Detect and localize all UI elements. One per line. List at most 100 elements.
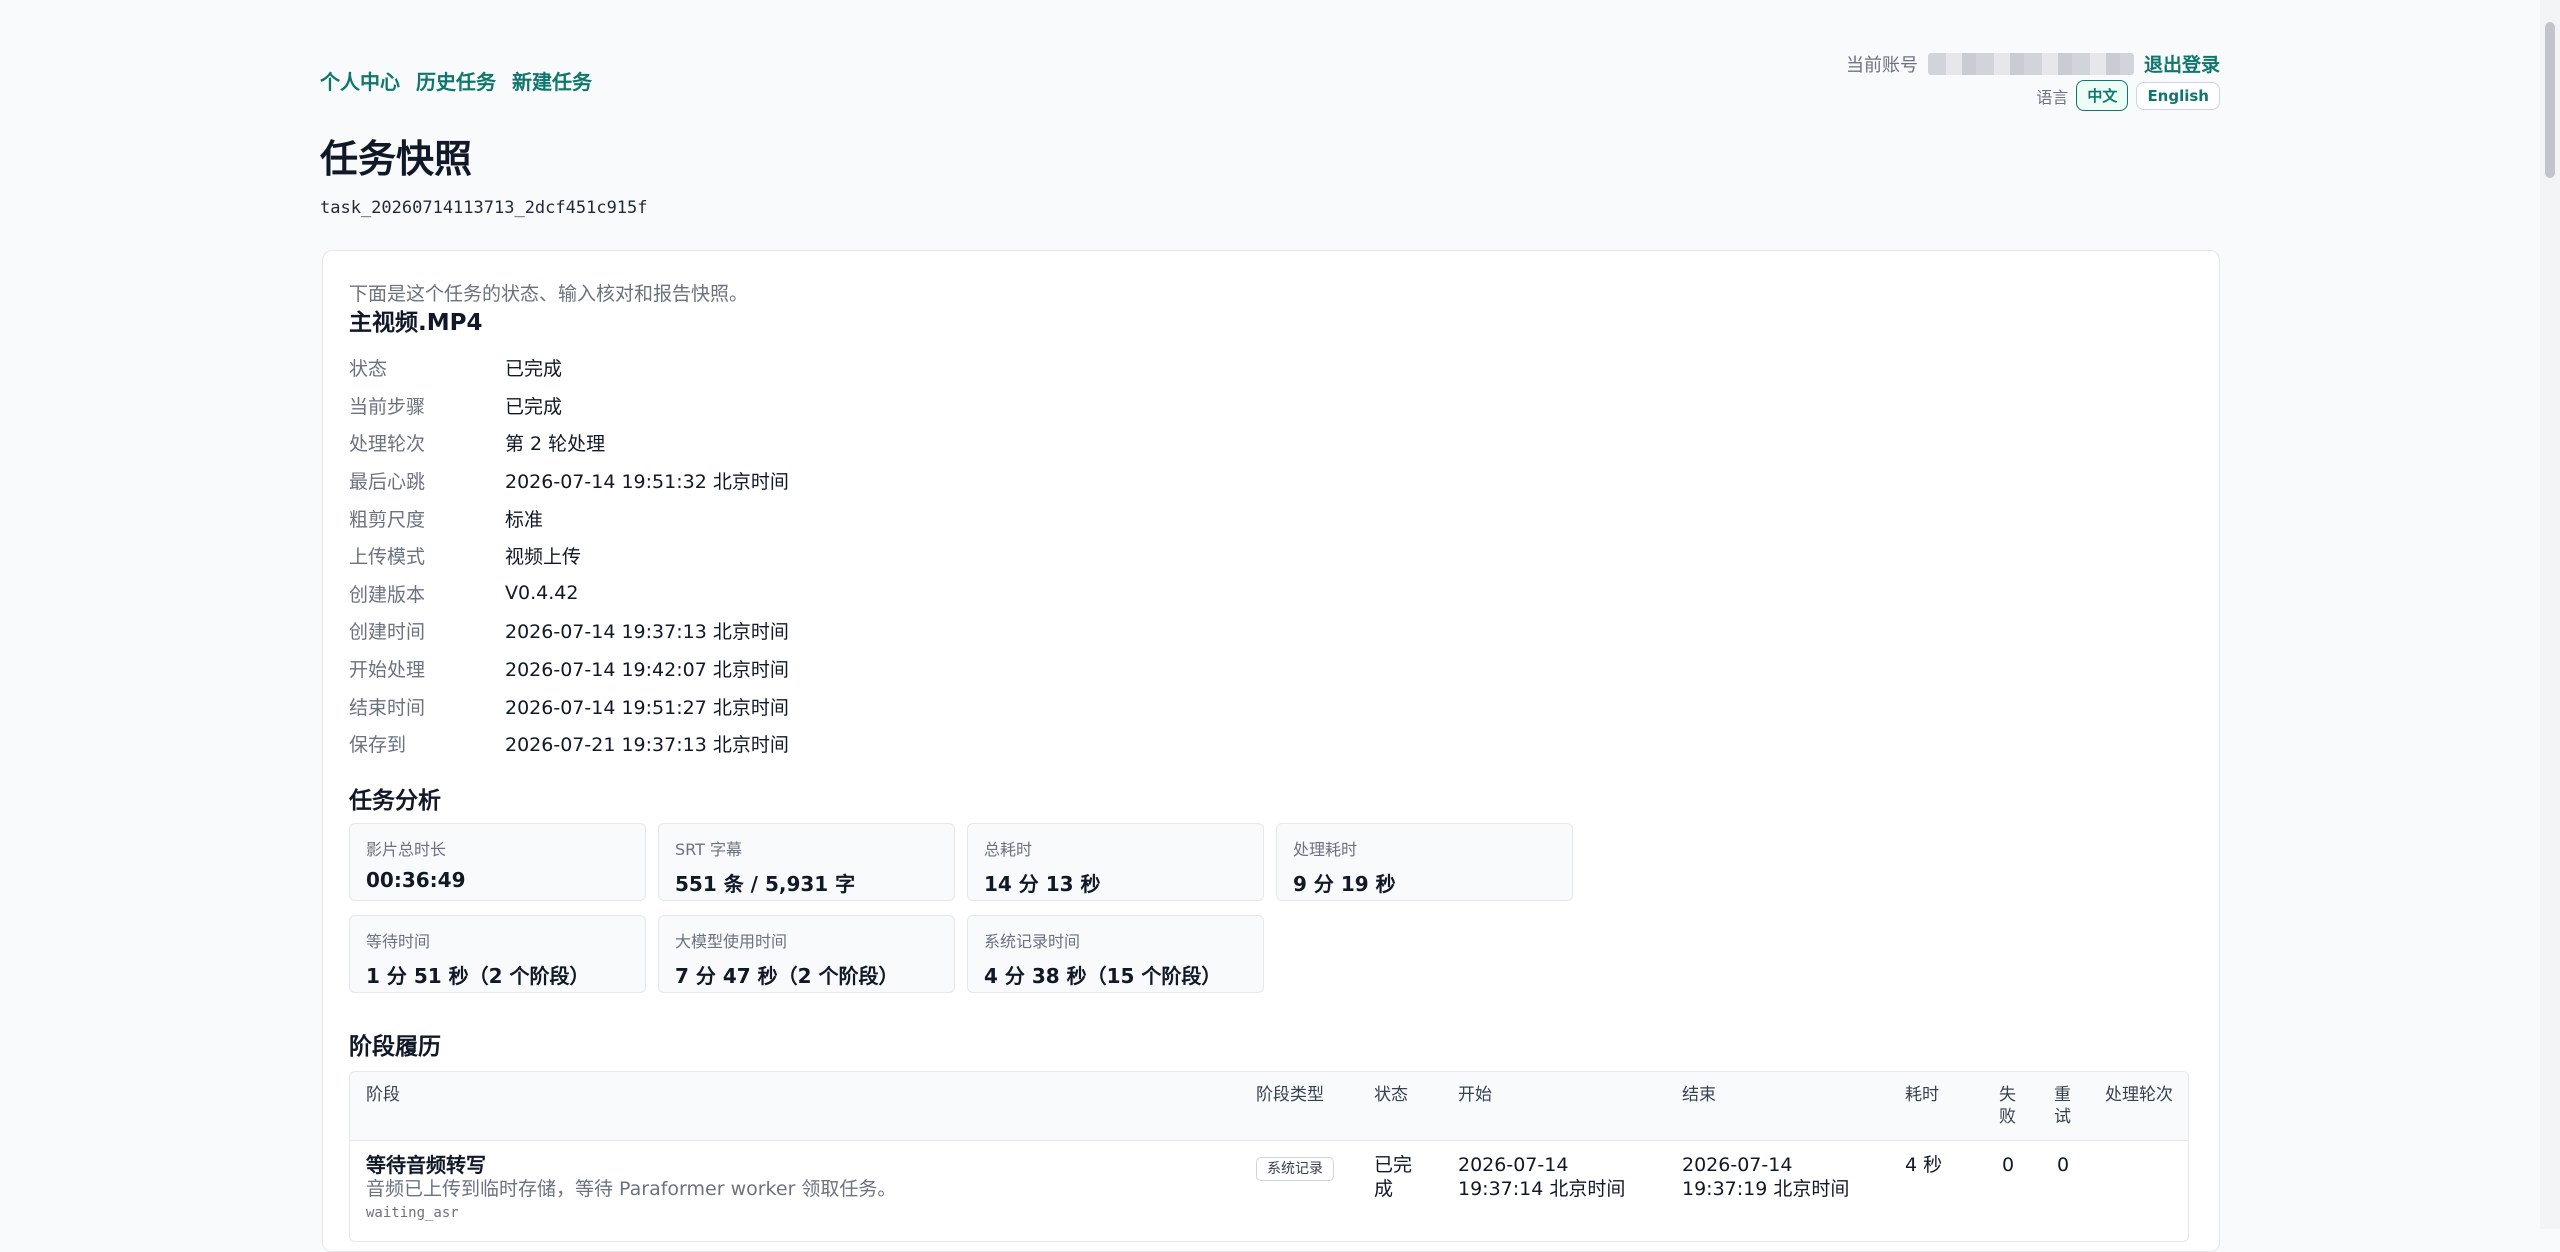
nav-new-task-link[interactable]: 新建任务: [512, 66, 592, 95]
scrollbar-thumb[interactable]: [2545, 22, 2555, 178]
col-start: 开始: [1458, 1085, 1492, 1105]
field-row: 创建时间 2026-07-14 19:37:13 北京时间: [349, 612, 1149, 650]
field-key: 开始处理: [349, 659, 426, 682]
stat-label: 影片总时长: [366, 840, 447, 859]
page-title: 任务快照: [320, 137, 473, 181]
status-cell: 已完 成: [1374, 1153, 1412, 1201]
stage-code: waiting_asr: [366, 1205, 459, 1221]
task-fields: 状态 已完成 当前步骤 已完成 处理轮次第 2 轮处理 最后心跳 2026-07-14…: [349, 349, 1149, 763]
card-intro: 下面是这个任务的状态、输入核对和报告快照。: [349, 283, 749, 305]
field-key: 当前步骤: [349, 395, 426, 418]
stat-value: 1 分 51 秒（2 个阶段）: [366, 964, 590, 988]
language-zh-button[interactable]: 中文: [2076, 80, 2129, 111]
field-value: 2026-07-14 19:42:07 北京时间: [505, 659, 789, 682]
logout-link[interactable]: 退出登录: [2144, 50, 2220, 77]
table-header: 阶段 阶段类型 状态 开始 结束 耗时 失败 重试 处理轮次: [350, 1072, 2188, 1141]
field-value: 标准: [505, 508, 544, 531]
field-value: 2026-07-21 19:37:13 北京时间: [505, 734, 789, 757]
stat-card: 总耗时 14 分 13 秒: [967, 823, 1264, 901]
col-stage: 阶段: [366, 1085, 400, 1105]
analysis-heading: 任务分析: [349, 788, 441, 814]
start-date: 2026-07-14: [1458, 1154, 1569, 1176]
status-line1: 已完: [1374, 1154, 1413, 1176]
field-row: 粗剪尺度 标准: [349, 499, 1149, 537]
field-key: 最后心跳: [349, 471, 426, 494]
stage-name: 等待音频转写: [366, 1153, 486, 1177]
col-end: 结束: [1682, 1085, 1716, 1105]
field-row: 保存到 2026-07-21 19:37:13 北京时间: [349, 725, 1149, 763]
table-row: 等待音频转写 音频已上传到临时存储，等待 Paraformer worker 领…: [350, 1141, 2188, 1241]
field-key: 结束时间: [349, 696, 426, 719]
type-cell: 系统记录: [1256, 1155, 1334, 1181]
stat-value: 00:36:49: [366, 868, 466, 892]
stat-value: 7 分 47 秒（2 个阶段）: [675, 964, 899, 988]
stat-label: SRT 字幕: [675, 840, 742, 859]
stat-card: 处理耗时 9 分 19 秒: [1276, 823, 1573, 901]
vertical-scrollbar[interactable]: [2540, 0, 2560, 1229]
fail-cell: 0: [2002, 1154, 2015, 1176]
analysis-stats: 影片总时长 00:36:49 SRT 字幕 551 条 / 5,931 字 总耗时 1…: [349, 823, 1579, 993]
account-label: 当前账号: [1845, 54, 1918, 76]
col-fail: 失败: [1999, 1084, 2016, 1128]
field-value: 已完成: [505, 395, 563, 418]
field-row: 创建版本 V0.4.42: [349, 575, 1149, 613]
language-switcher: 语言 中文 English: [2036, 80, 2220, 111]
account-bar: 当前账号 退出登录: [1846, 50, 2220, 77]
field-row: 上传模式 视频上传: [349, 537, 1149, 575]
stat-label: 系统记录时间: [984, 932, 1081, 951]
field-row: 结束时间 2026-07-14 19:51:27 北京时间: [349, 687, 1149, 725]
language-label: 语言: [2036, 87, 2069, 107]
field-key: 创建版本: [349, 583, 426, 606]
field-key: 处理轮次: [349, 433, 426, 456]
stat-value: 9 分 19 秒: [1293, 872, 1396, 896]
nav-history-link[interactable]: 历史任务: [416, 66, 496, 95]
file-name: 主视频.MP4: [349, 310, 483, 336]
field-key: 状态: [349, 358, 388, 381]
stat-card: 大模型使用时间 7 分 47 秒（2 个阶段）: [658, 915, 955, 993]
nav-profile-link[interactable]: 个人中心: [320, 66, 400, 95]
stat-card: 影片总时长 00:36:49: [349, 823, 646, 901]
field-key: 保存到: [349, 734, 407, 757]
col-fail-line1: 失: [1999, 1085, 2016, 1105]
field-row: 开始处理 2026-07-14 19:42:07 北京时间: [349, 650, 1149, 688]
retry-cell: 0: [2057, 1154, 2070, 1176]
start-time: 19:37:14 北京时间: [1458, 1178, 1626, 1200]
col-retry-line2: 试: [2054, 1107, 2071, 1127]
account-name-redacted: [1927, 52, 2134, 75]
end-cell: 2026-07-14 19:37:19 北京时间: [1682, 1153, 1849, 1201]
col-retry: 重试: [2054, 1084, 2071, 1128]
stat-card: SRT 字幕 551 条 / 5,931 字: [658, 823, 955, 901]
field-value: 视频上传: [505, 546, 582, 569]
language-en-button[interactable]: English: [2136, 81, 2220, 110]
field-row: 状态 已完成: [349, 349, 1149, 387]
stat-card: 系统记录时间 4 分 38 秒（15 个阶段）: [967, 915, 1264, 993]
field-value: 第 2 轮处理: [505, 433, 606, 456]
stage-type-badge: 系统记录: [1256, 1157, 1334, 1181]
stage-history-table: 阶段 阶段类型 状态 开始 结束 耗时 失败 重试 处理轮次 等待音频转写 音频…: [349, 1071, 2189, 1242]
task-id: task_20260714113713_2dcf451c915f: [320, 198, 648, 218]
duration-cell: 4 秒: [1905, 1154, 1943, 1176]
history-heading: 阶段履历: [349, 1034, 441, 1060]
stat-value: 551 条 / 5,931 字: [675, 872, 856, 896]
stat-label: 等待时间: [366, 932, 431, 951]
start-cell: 2026-07-14 19:37:14 北京时间: [1458, 1153, 1625, 1201]
stat-label: 大模型使用时间: [675, 932, 788, 951]
snapshot-card: 下面是这个任务的状态、输入核对和报告快照。 主视频.MP4 状态 已完成 当前步骤…: [322, 250, 2220, 1252]
field-key: 创建时间: [349, 621, 426, 644]
stat-label: 总耗时: [984, 840, 1033, 859]
field-row: 最后心跳 2026-07-14 19:51:32 北京时间: [349, 462, 1149, 500]
col-round: 处理轮次: [2105, 1085, 2173, 1105]
end-date: 2026-07-14: [1682, 1154, 1793, 1176]
col-retry-line1: 重: [2054, 1085, 2071, 1105]
col-type: 阶段类型: [1256, 1085, 1324, 1105]
top-nav: 个人中心 历史任务 新建任务: [320, 66, 592, 95]
stat-value: 4 分 38 秒（15 个阶段）: [984, 964, 1222, 988]
stage-cell: 等待音频转写 音频已上传到临时存储，等待 Paraformer worker 领…: [366, 1153, 896, 1225]
col-fail-line2: 败: [1999, 1107, 2016, 1127]
field-value: V0.4.42: [505, 582, 579, 605]
status-line2: 成: [1374, 1178, 1394, 1200]
field-key: 粗剪尺度: [349, 508, 426, 531]
field-value: 已完成: [505, 358, 563, 381]
field-value: 2026-07-14 19:37:13 北京时间: [505, 621, 789, 644]
col-duration: 耗时: [1905, 1085, 1939, 1105]
